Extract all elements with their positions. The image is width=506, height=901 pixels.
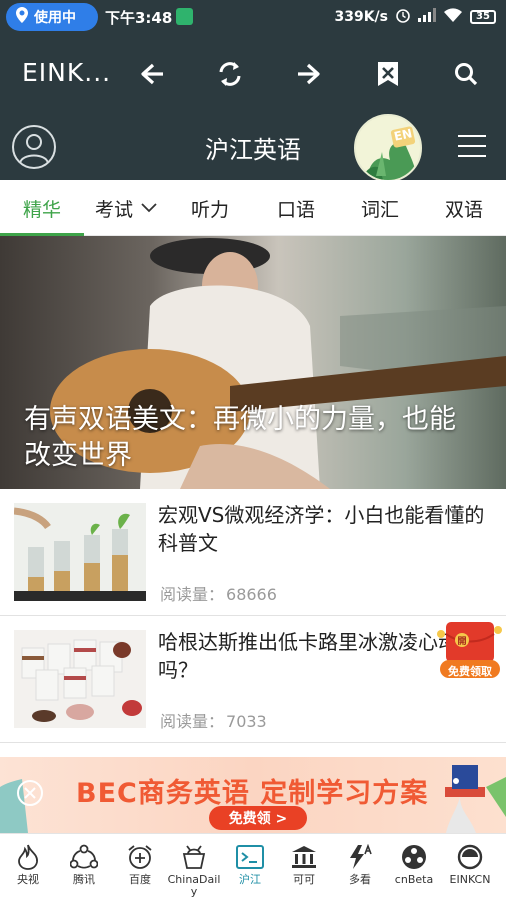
pill-label: 使用中 bbox=[34, 10, 76, 26]
tab-cihui[interactable]: 词汇 bbox=[338, 180, 422, 236]
article-read-count: 阅读量： 68666 bbox=[160, 585, 277, 604]
red-envelope-label: 免费领取 bbox=[448, 665, 492, 678]
ad-cta-button[interactable]: 免费领 > bbox=[209, 806, 307, 830]
nav-item-yangshi[interactable]: 央视 bbox=[0, 834, 56, 901]
location-in-use-pill[interactable]: 使用中 bbox=[6, 3, 98, 31]
page-title: 沪江英语 bbox=[205, 136, 301, 164]
share-network-icon bbox=[69, 842, 99, 872]
nav-item-einkcn[interactable]: EINKCN bbox=[442, 834, 498, 901]
status-bar: 使用中 下午3:48 339K/s 35 bbox=[0, 0, 506, 34]
toolbar-title: EINK... bbox=[22, 58, 112, 87]
chevron-down-icon bbox=[141, 203, 157, 213]
nav-item-hujiang[interactable]: 沪江 bbox=[222, 834, 278, 901]
close-tab-icon[interactable] bbox=[368, 54, 408, 94]
status-time: 下午3:48 bbox=[105, 9, 173, 27]
security-shield-icon bbox=[176, 8, 193, 25]
tab-kouyu[interactable]: 口语 bbox=[252, 180, 340, 236]
tab-jinghua[interactable]: 精华 bbox=[0, 180, 84, 236]
status-right-group: 339K/s 35 bbox=[334, 7, 496, 27]
nav-item-tengxun[interactable]: 腾讯 bbox=[56, 834, 112, 901]
article-read-count: 阅读量： 7033 bbox=[160, 712, 267, 731]
article-item[interactable]: 宏观VS微观经济学：小白也能看懂的科普文 阅读量： 68666 bbox=[0, 489, 506, 616]
forward-arrow-icon[interactable] bbox=[289, 54, 329, 94]
category-tabs: 精华 考试 听力 口语 词汇 双语 bbox=[0, 180, 506, 236]
article-thumbnail bbox=[14, 630, 146, 728]
hamburger-menu-icon[interactable] bbox=[458, 135, 486, 157]
hero-banner[interactable]: 有声双语美文：再微小的力量，也能改变世界 bbox=[0, 236, 506, 489]
article-title: 宏观VS微观经济学：小白也能看懂的科普文 bbox=[158, 503, 485, 555]
ad-banner[interactable]: BEC商务英语 定制学习方案 免费领 > bbox=[0, 757, 506, 833]
nav-item-baidu[interactable]: 百度 bbox=[112, 834, 168, 901]
flame-icon bbox=[13, 842, 43, 872]
bank-icon bbox=[289, 842, 319, 872]
signal-icon bbox=[418, 8, 436, 26]
red-envelope-seal: 開 bbox=[457, 637, 467, 647]
browser-toolbar: EINK... bbox=[0, 34, 506, 114]
hero-caption: 有声双语美文：再微小的力量，也能改变世界 bbox=[24, 404, 456, 471]
app-header: 沪江英语 EN bbox=[0, 114, 506, 182]
ad-title: BEC商务英语 定制学习方案 bbox=[76, 778, 429, 809]
network-speed: 339K/s bbox=[334, 9, 388, 25]
article-item[interactable]: 哈根达斯推出低卡路里冰激凌心动了吗？ 阅读量： 7033 bbox=[0, 616, 506, 743]
wifi-icon bbox=[443, 7, 463, 27]
flash-a-icon bbox=[345, 842, 375, 872]
search-icon[interactable] bbox=[446, 54, 486, 94]
bucket-icon bbox=[179, 842, 209, 872]
nav-item-cnbeta[interactable]: cnBeta bbox=[386, 834, 442, 901]
refresh-icon[interactable] bbox=[210, 54, 250, 94]
nav-item-chinadaily[interactable]: ChinaDaily bbox=[166, 834, 222, 901]
tab-kaoshi[interactable]: 考试 bbox=[84, 180, 168, 236]
location-pin-icon bbox=[16, 7, 28, 27]
article-thumbnail bbox=[14, 503, 146, 601]
battery-indicator: 35 bbox=[470, 10, 496, 24]
ring-icon bbox=[455, 842, 485, 872]
bottom-nav: 央视 腾讯 百度 ChinaDaily 沪江 可可 多看 cnBeta EINK… bbox=[0, 833, 506, 900]
alarm-icon bbox=[395, 7, 411, 27]
nav-item-duokan[interactable]: 多看 bbox=[332, 834, 388, 901]
back-arrow-icon[interactable] bbox=[132, 54, 172, 94]
tab-shuangyu[interactable]: 双语 bbox=[422, 180, 506, 236]
en-logo-badge[interactable]: EN bbox=[354, 114, 422, 182]
dots-circle-icon bbox=[399, 842, 429, 872]
alarm-plus-icon bbox=[125, 842, 155, 872]
nav-item-keke[interactable]: 可可 bbox=[276, 834, 332, 901]
terminal-icon bbox=[235, 842, 265, 872]
tab-tingli[interactable]: 听力 bbox=[168, 180, 252, 236]
red-envelope-promo[interactable]: 開 免费领取 bbox=[436, 620, 504, 680]
